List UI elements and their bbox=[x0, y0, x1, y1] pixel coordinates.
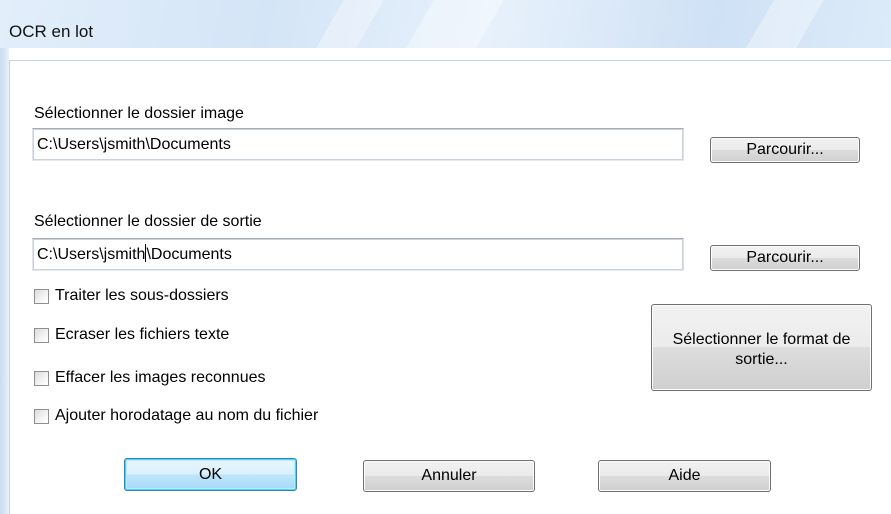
output-folder-input[interactable]: C:\Users\jsmith\Documents bbox=[32, 238, 684, 271]
output-folder-label: Sélectionner le dossier de sortie bbox=[34, 213, 262, 230]
ok-button[interactable]: OK bbox=[124, 458, 297, 491]
dialog-content: Sélectionner le dossier image C:\Users\j… bbox=[9, 60, 891, 514]
image-folder-input[interactable]: C:\Users\jsmith\Documents bbox=[32, 128, 684, 161]
add-timestamp-checkbox[interactable] bbox=[34, 409, 49, 424]
title-bar-glass-streak bbox=[406, 0, 504, 48]
overwrite-text-files-label: Ecraser les fichiers texte bbox=[55, 326, 230, 343]
output-folder-value-end: \Documents bbox=[146, 246, 232, 263]
select-output-format-button[interactable]: Sélectionner le format de sortie... bbox=[651, 304, 872, 391]
delete-recognized-images-label: Effacer les images reconnues bbox=[55, 369, 266, 386]
process-subfolders-label: Traiter les sous-dossiers bbox=[55, 287, 229, 304]
add-timestamp-label: Ajouter horodatage au nom du fichier bbox=[55, 407, 319, 424]
title-bar-glass-streak bbox=[316, 0, 384, 48]
title-bar[interactable]: OCR en lot bbox=[0, 0, 891, 48]
image-folder-label: Sélectionner le dossier image bbox=[34, 105, 244, 122]
overwrite-text-files-checkbox[interactable] bbox=[34, 328, 49, 343]
process-subfolders-checkbox[interactable] bbox=[34, 289, 49, 304]
delete-recognized-images-checkbox[interactable] bbox=[34, 371, 49, 386]
browse-image-folder-button[interactable]: Parcourir... bbox=[710, 137, 860, 163]
select-output-format-label-line2: sortie... bbox=[735, 350, 788, 368]
title-bar-glass-streak bbox=[746, 0, 824, 48]
window-title: OCR en lot bbox=[9, 22, 94, 41]
window-frame-left bbox=[0, 48, 9, 514]
cancel-button[interactable]: Annuler bbox=[363, 460, 535, 492]
batch-ocr-dialog: OCR en lot Sélectionner le dossier image… bbox=[0, 0, 891, 514]
help-button[interactable]: Aide bbox=[598, 460, 771, 492]
browse-output-folder-button[interactable]: Parcourir... bbox=[710, 245, 860, 271]
select-output-format-label-line1: Sélectionner le format de bbox=[672, 330, 851, 348]
output-folder-value-start: C:\Users\jsmith bbox=[37, 246, 146, 263]
